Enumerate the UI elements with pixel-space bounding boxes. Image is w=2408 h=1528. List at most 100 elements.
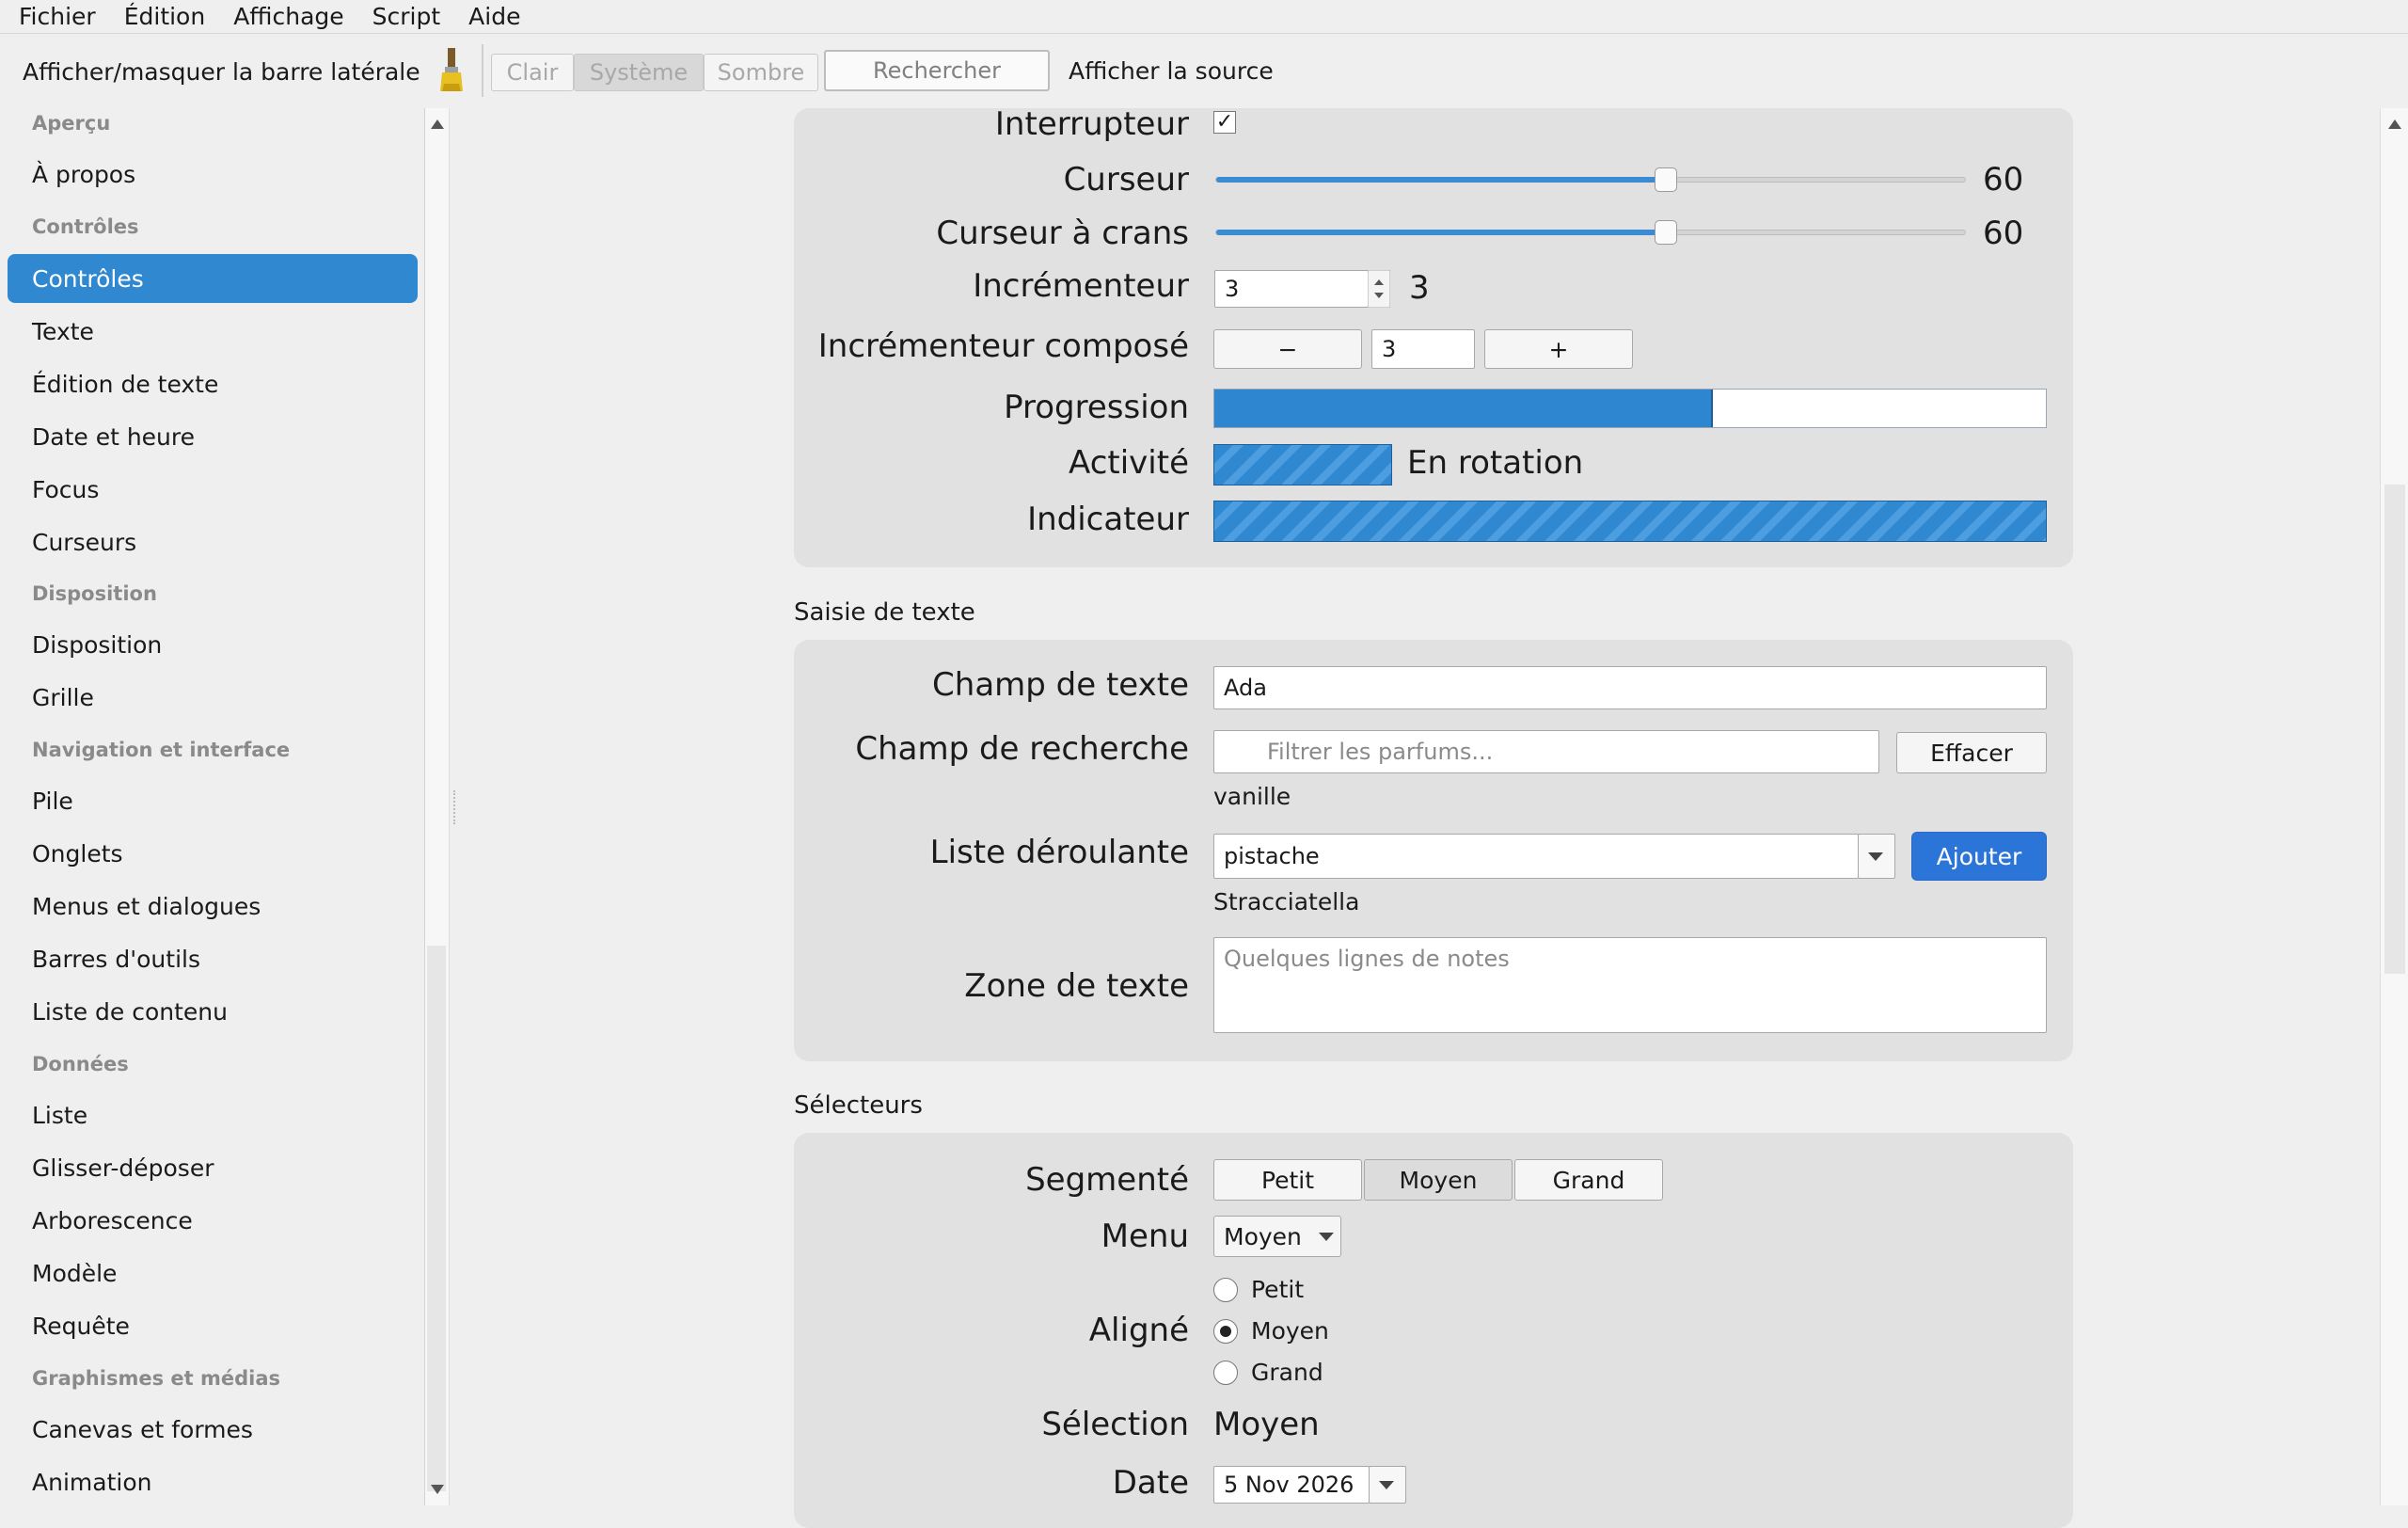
sidebar-item-menus-dialogs[interactable]: Menus et dialogues (8, 882, 418, 931)
slider-track[interactable] (1215, 177, 1966, 183)
chevron-down-icon (1379, 1480, 1394, 1489)
sidebar-item-content-list[interactable]: Liste de contenu (8, 987, 418, 1036)
sidebar-item-controls[interactable]: Contrôles (8, 254, 418, 303)
activity-spinner (1213, 444, 1392, 485)
show-source-button[interactable]: Afficher la source (1069, 57, 1274, 85)
text-field[interactable]: Ada (1213, 666, 2047, 709)
search-field[interactable]: Filtrer les parfums... (1213, 730, 1879, 773)
sidebar-item-list[interactable]: Liste (8, 1090, 418, 1139)
scroll-down-icon[interactable] (431, 1485, 444, 1494)
add-button[interactable]: Ajouter (1911, 832, 2047, 881)
sidebar-item-query[interactable]: Requête (8, 1301, 418, 1350)
segment-medium[interactable]: Moyen (1364, 1159, 1513, 1201)
radio-small[interactable] (1213, 1278, 1238, 1302)
inline-label: Aligné (1088, 1312, 1189, 1349)
slider-fill (1216, 177, 1667, 183)
theme-dark-button[interactable]: Sombre (704, 54, 818, 91)
date-field[interactable]: 5 Nov 2026 (1213, 1466, 1370, 1504)
slider-handle[interactable] (1654, 167, 1677, 192)
sidebar-item-about[interactable]: À propos (8, 150, 418, 199)
date-label: Date (1112, 1464, 1189, 1502)
main-scroll-thumb[interactable] (2384, 485, 2405, 974)
progress-bar (1213, 389, 2047, 428)
stepped-slider-value: 60 (1983, 215, 2024, 252)
scroll-up-icon[interactable] (431, 119, 444, 129)
sidebar-item-text-editing[interactable]: Édition de texte (8, 359, 418, 408)
stepper-input[interactable]: 3 (1214, 270, 1369, 308)
notes-textarea[interactable]: Quelques lignes de notes (1213, 937, 2047, 1033)
progress-label: Progression (1004, 389, 1189, 426)
search-button[interactable]: Rechercher (824, 50, 1050, 91)
theme-light-button[interactable]: Clair (491, 54, 574, 91)
sidebar-item-date-time[interactable]: Date et heure (8, 412, 418, 461)
radio-medium-label: Moyen (1251, 1317, 1329, 1345)
sidebar-item-layout[interactable]: Disposition (8, 620, 418, 669)
sidebar-toggle-button[interactable]: Afficher/masquer la barre latérale (23, 58, 420, 86)
sidebar-item-canvas-shapes[interactable]: Canevas et formes (8, 1405, 418, 1454)
text-field-label: Champ de texte (932, 666, 1189, 704)
menu-dropdown-value: Moyen (1224, 1222, 1302, 1250)
compound-stepper-label: Incrémenteur composé (817, 327, 1189, 365)
radio-medium[interactable] (1213, 1319, 1238, 1344)
sidebar-item-drag-drop[interactable]: Glisser-déposer (8, 1143, 418, 1192)
sidebar-item-tree[interactable]: Arborescence (8, 1196, 418, 1245)
segment-large[interactable]: Grand (1514, 1159, 1663, 1201)
theme-system-button[interactable]: Système (574, 54, 704, 91)
menu-file[interactable]: Fichier (19, 3, 96, 30)
sidebar: Aperçu À propos Contrôles Contrôles Text… (0, 108, 425, 1505)
menu-dropdown[interactable]: Moyen (1213, 1216, 1341, 1257)
scroll-up-icon[interactable] (2388, 119, 2401, 129)
sidebar-item-grid[interactable]: Grille (8, 673, 418, 722)
slider-label: Curseur (1063, 161, 1189, 199)
clear-button[interactable]: Effacer (1896, 732, 2047, 773)
sidebar-header-data: Données (32, 1053, 129, 1075)
selection-label: Sélection (1041, 1406, 1189, 1443)
segment-small[interactable]: Petit (1213, 1159, 1362, 1201)
stepper-readout: 3 (1409, 269, 1430, 307)
combo-label: Liste déroulante (929, 834, 1189, 871)
pickers-section-title: Sélecteurs (794, 1091, 923, 1120)
splitter-handle[interactable] (453, 790, 457, 824)
combo-input[interactable]: pistache (1213, 834, 1859, 879)
radio-large[interactable] (1213, 1361, 1238, 1385)
stepped-slider-handle[interactable] (1654, 220, 1677, 245)
indicator-label: Indicateur (1027, 501, 1189, 538)
checkmark-icon: ✓ (1215, 110, 1234, 134)
indeterminate-indicator (1213, 501, 2047, 542)
paintbrush-icon[interactable] (436, 46, 467, 95)
sidebar-item-focus[interactable]: Focus (8, 465, 418, 514)
textarea-label: Zone de texte (964, 967, 1189, 1005)
segmented-label: Segmenté (1025, 1161, 1189, 1199)
sidebar-scrollbar[interactable] (425, 108, 450, 1505)
sidebar-scroll-thumb[interactable] (427, 946, 446, 1491)
combo-dropdown-button[interactable] (1858, 834, 1895, 879)
stepper-arrows-icon[interactable] (1368, 270, 1390, 308)
stepped-slider-track[interactable] (1215, 230, 1966, 235)
selection-value: Moyen (1213, 1406, 1320, 1443)
menu-edit[interactable]: Édition (124, 3, 206, 30)
sidebar-header-controls: Contrôles (32, 215, 139, 238)
stepped-slider-label: Curseur à crans (936, 215, 1189, 252)
slider-value: 60 (1983, 161, 2024, 199)
radio-small-label: Petit (1251, 1276, 1305, 1303)
sidebar-item-tabs[interactable]: Onglets (8, 829, 418, 878)
menubar: Fichier Édition Affichage Script Aide (0, 0, 2408, 34)
sidebar-item-animation[interactable]: Animation (8, 1457, 418, 1506)
menu-help[interactable]: Aide (468, 3, 520, 30)
progress-fill (1214, 390, 1714, 427)
decrement-button[interactable]: − (1213, 329, 1362, 369)
compound-stepper-input[interactable]: 3 (1371, 329, 1475, 369)
menu-script[interactable]: Script (372, 3, 441, 30)
combo-result: Stracciatella (1213, 888, 1360, 915)
sidebar-item-toolbars[interactable]: Barres d'outils (8, 934, 418, 983)
menu-view[interactable]: Affichage (233, 3, 343, 30)
sidebar-item-sliders[interactable]: Curseurs (8, 517, 418, 566)
main-scrollbar[interactable] (2380, 108, 2408, 1505)
date-dropdown-button[interactable] (1369, 1466, 1406, 1504)
switch-checkbox[interactable]: ✓ (1213, 111, 1236, 134)
sidebar-item-stack[interactable]: Pile (8, 776, 418, 825)
sidebar-item-model[interactable]: Modèle (8, 1249, 418, 1297)
sidebar-header-layout: Disposition (32, 582, 157, 605)
sidebar-item-text[interactable]: Texte (8, 307, 418, 356)
increment-button[interactable]: + (1484, 329, 1633, 369)
